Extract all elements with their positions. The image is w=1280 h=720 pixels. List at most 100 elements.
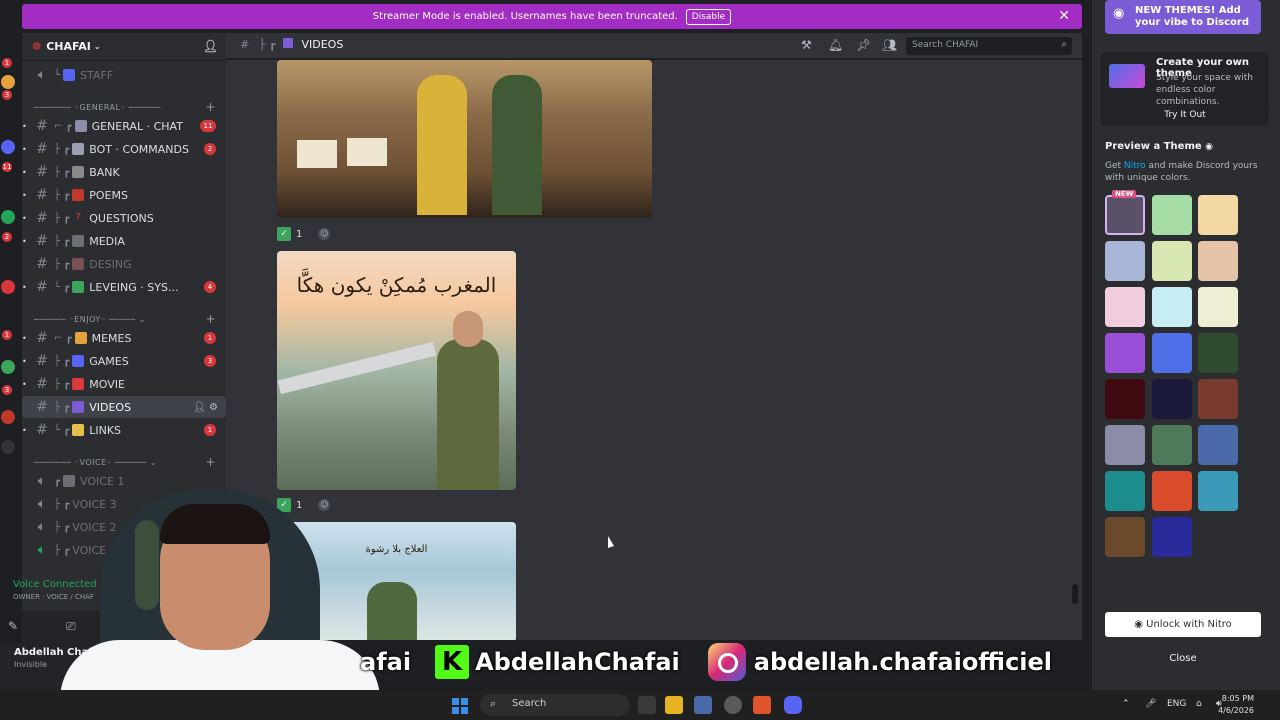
unread-dot-icon: • <box>22 282 27 292</box>
search-input[interactable]: Search CHAFAI ⌕ <box>906 37 1072 55</box>
channel-settings-icons[interactable]: 👤︎ ⚙ <box>193 402 218 413</box>
theme-swatch[interactable] <box>1105 287 1145 327</box>
theme-swatch[interactable] <box>1198 471 1238 511</box>
channel-bank[interactable]: • # ├ ┏ BANK <box>22 161 226 183</box>
channel-games[interactable]: • # ├ ┏ GAMES 3 <box>22 350 226 372</box>
chevron-up-icon[interactable]: ⌃ <box>1122 699 1130 709</box>
channel-emoji-icon <box>72 189 85 201</box>
message-image-court[interactable] <box>277 60 652 218</box>
theme-swatch[interactable] <box>1105 195 1145 235</box>
channel-leveing-sys[interactable]: • # └ ┏ LEVEING · SYS... 4 <box>22 276 226 298</box>
banner-text: Streamer Mode is enabled. Usernames have… <box>372 11 678 22</box>
close-icon[interactable]: ✕ <box>1058 8 1070 24</box>
obs-icon[interactable] <box>724 696 742 714</box>
bell-icon[interactable]: 🔔︎ <box>828 38 843 52</box>
guild-header[interactable]: ❁ CHAFAI ⌄ 👤︎ <box>22 33 226 61</box>
promo-text: NEW THEMES! Add your vibe to Discord <box>1135 5 1249 28</box>
add-channel-icon[interactable]: + <box>205 100 216 114</box>
server-icon[interactable] <box>1 75 15 89</box>
tree-icon: ├ ┏ <box>54 258 70 270</box>
channel-desing[interactable]: # ├ ┏ DESING <box>22 253 226 275</box>
channel-poems[interactable]: • # ├ ┏ POEMS <box>22 184 226 206</box>
nitro-link[interactable]: Nitro <box>1124 161 1146 171</box>
server-icon[interactable] <box>1 280 15 294</box>
reaction-bar: ✓ 1 ☺ <box>277 225 331 243</box>
channel-staff[interactable]: 🔈︎ └ STAFF <box>22 64 226 86</box>
message-image-morocco[interactable]: المغرب مُمكِنْ يكون هكَّا <box>277 251 516 490</box>
theme-swatch[interactable] <box>1105 379 1145 419</box>
add-channel-icon[interactable]: + <box>205 312 216 326</box>
theme-swatch[interactable] <box>1198 241 1238 281</box>
chat-scrollbar[interactable] <box>1072 584 1078 604</box>
invite-icon[interactable]: 👤︎ <box>203 39 218 53</box>
category-enjoy[interactable]: ────── ◦ ENJOY ◦ ───── ⌄ + <box>22 310 226 328</box>
channel-bot-commands[interactable]: • # ├ ┏ BOT · COMMANDS 2 <box>22 138 226 160</box>
theme-swatch[interactable] <box>1152 287 1192 327</box>
bank-icon <box>72 166 85 178</box>
theme-swatch[interactable] <box>1152 241 1192 281</box>
unlock-nitro-button[interactable]: ◉ Unlock with Nitro <box>1105 612 1261 637</box>
theme-swatch[interactable] <box>1105 471 1145 511</box>
theme-swatch[interactable] <box>1152 333 1192 373</box>
channel-media[interactable]: • # ├ ┏ MEDIA <box>22 230 226 252</box>
theme-swatch[interactable] <box>1152 379 1192 419</box>
theme-swatch[interactable] <box>1105 517 1145 557</box>
channel-videos[interactable]: # ├ ┏ VIDEOS 👤︎ ⚙ <box>22 396 226 418</box>
tree-icon: ├ ┏ <box>258 38 276 51</box>
file-explorer-icon[interactable] <box>665 696 683 714</box>
try-it-out-button[interactable]: Try It Out <box>1101 104 1269 124</box>
members-icon[interactable]: 👥︎ <box>882 38 897 52</box>
disable-button[interactable]: Disable <box>685 8 732 25</box>
close-button[interactable]: Close <box>1105 648 1261 670</box>
server-icon[interactable] <box>1 410 15 424</box>
channel-links[interactable]: • # └ ┏ LINKS 1 <box>22 419 226 441</box>
theme-swatch[interactable] <box>1105 425 1145 465</box>
theme-swatch[interactable] <box>1105 241 1145 281</box>
server-icon[interactable] <box>1 210 15 224</box>
channel-emoji-icon <box>72 143 85 155</box>
unread-dot-icon: • <box>22 425 27 435</box>
theme-swatch[interactable] <box>1105 333 1145 373</box>
new-themes-promo[interactable]: ◉ NEW THEMES! Add your vibe to Discord <box>1105 0 1261 34</box>
pin-icon[interactable]: 📌︎ <box>856 38 871 52</box>
channel-questions[interactable]: • # ├ ┏ ? QUESTIONS <box>22 207 226 229</box>
mic-icon[interactable]: 🎤︎ <box>1145 699 1156 709</box>
taskbar-search[interactable]: ⌕ Search <box>480 694 630 716</box>
threads-icon[interactable]: ⚒ <box>801 38 812 52</box>
theme-swatch[interactable] <box>1198 425 1238 465</box>
server-icon[interactable] <box>1 140 15 154</box>
theme-swatch[interactable] <box>1198 195 1238 235</box>
rail-badge: 1 <box>2 58 12 68</box>
theme-swatch[interactable] <box>1198 287 1238 327</box>
channel-voice-1[interactable]: 🔈︎ ┏ VOICE 1 <box>22 470 226 492</box>
check-reaction-icon[interactable]: ✓ <box>277 227 291 241</box>
channel-movie[interactable]: • # ├ ┏ MOVIE <box>22 373 226 395</box>
task-view-icon[interactable] <box>638 696 656 714</box>
train-shape <box>277 341 437 395</box>
theme-swatch[interactable] <box>1152 195 1192 235</box>
discord-app-icon[interactable] <box>784 696 802 714</box>
brave-browser-icon[interactable] <box>753 696 771 714</box>
channel-memes[interactable]: • # ⌐ ┏ MEMES 1 <box>22 327 226 349</box>
tree-icon: ├ ┏ <box>54 143 70 155</box>
wifi-icon[interactable]: ⌂ <box>1196 699 1202 709</box>
server-icon[interactable] <box>1 440 15 454</box>
theme-swatch[interactable] <box>1152 425 1192 465</box>
theme-swatch[interactable] <box>1152 517 1192 557</box>
channel-label: MEDIA <box>89 234 125 248</box>
theme-swatch[interactable] <box>1152 471 1192 511</box>
figure-uniform <box>492 75 542 215</box>
channel-general-chat[interactable]: • # ⌐ ┏ GENERAL · CHAT 11 <box>22 115 226 137</box>
theme-swatch[interactable] <box>1198 333 1238 373</box>
windows-start-icon[interactable] <box>452 698 468 714</box>
category-general[interactable]: ─────── ◦ GENERAL ◦ ────── + <box>22 98 226 116</box>
camera-app-icon[interactable] <box>694 696 712 714</box>
language-indicator[interactable]: ENG <box>1167 699 1186 709</box>
channel-label: VOICE 1 <box>80 474 125 488</box>
category-voice[interactable]: ─────── ◦ VOICE ◦ ────── ⌄ + <box>22 453 226 471</box>
add-channel-icon[interactable]: + <box>205 455 216 469</box>
clock[interactable]: 8:05 PM 4/6/2026 <box>1218 693 1254 717</box>
add-reaction-icon[interactable]: ☺ <box>318 228 331 240</box>
server-icon[interactable] <box>1 360 15 374</box>
theme-swatch[interactable] <box>1198 379 1238 419</box>
